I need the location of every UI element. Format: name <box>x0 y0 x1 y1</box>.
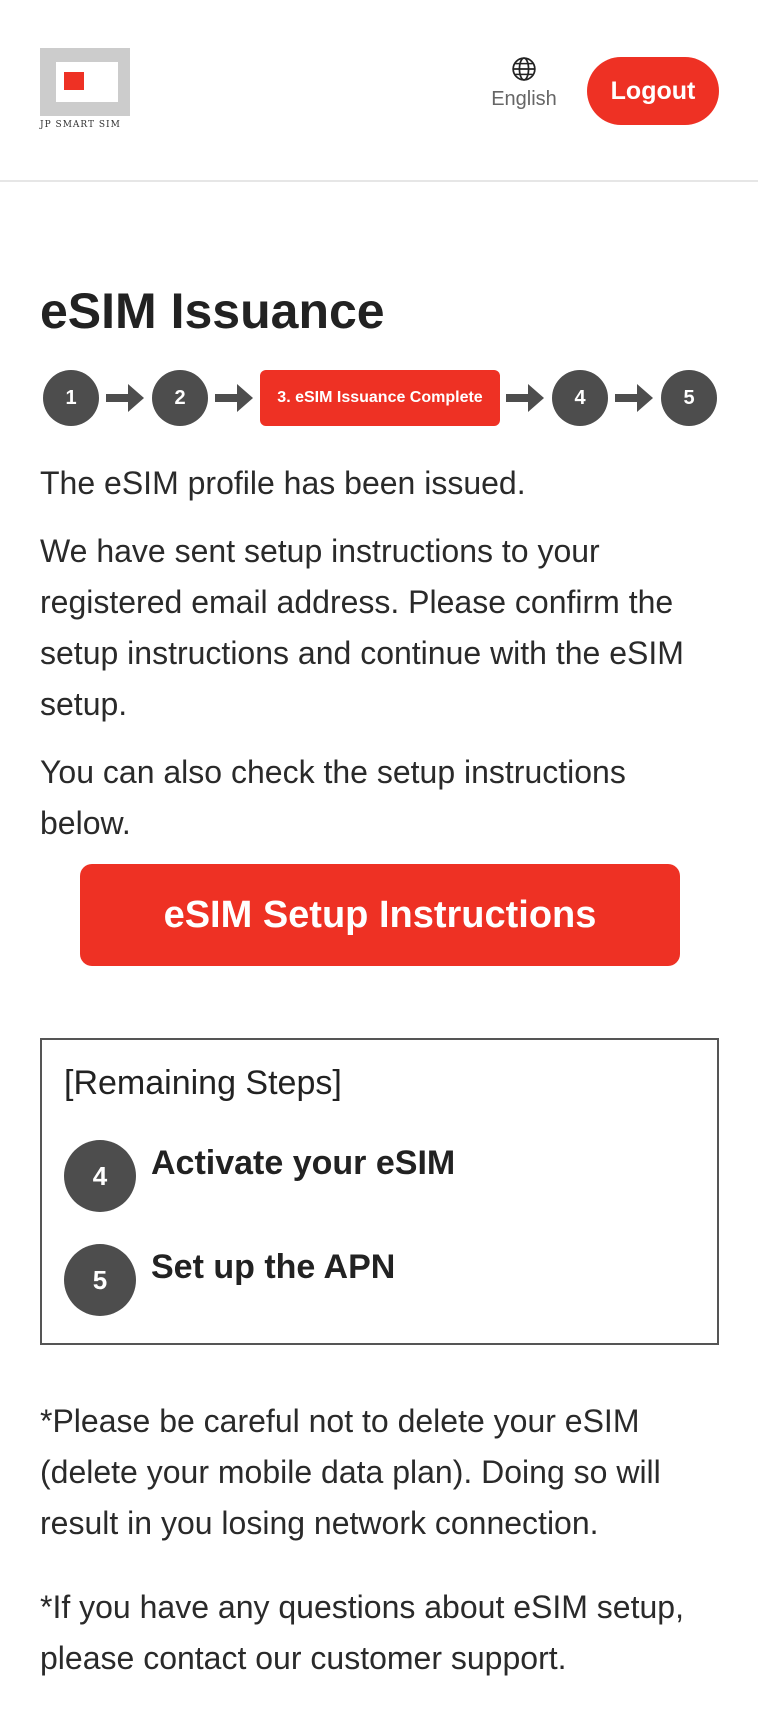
globe-icon <box>512 57 536 81</box>
esim-setup-instructions-button[interactable]: eSIM Setup Instructions <box>80 864 680 966</box>
logo-text: JP SMART SIM <box>40 120 121 130</box>
language-selector[interactable]: English <box>484 56 564 111</box>
step-4: 4 <box>552 370 608 426</box>
step-number-badge: 5 <box>64 1244 136 1316</box>
instructions-message: We have sent setup instructions to your … <box>40 533 684 722</box>
step-5: 5 <box>661 370 717 426</box>
progress-stepper: 1 2 3. eSIM Issuance Complete 4 5 <box>43 370 719 426</box>
remaining-step-label: Set up the APN <box>151 1248 396 1286</box>
header: JP SMART SIM English Logout <box>0 0 758 182</box>
remaining-steps-title: [Remaining Steps] <box>64 1064 342 1102</box>
arrow-right-icon <box>506 384 544 412</box>
check-below-message: You can also check the setup instruction… <box>40 754 626 841</box>
support-note: *If you have any questions about eSIM se… <box>40 1589 684 1676</box>
step-2: 2 <box>152 370 208 426</box>
arrow-right-icon <box>106 384 144 412</box>
step-number-badge: 4 <box>64 1140 136 1212</box>
arrow-right-icon <box>215 384 253 412</box>
jp-smart-sim-logo[interactable]: JP SMART SIM <box>40 48 132 134</box>
logout-button[interactable]: Logout <box>587 57 719 125</box>
logo-sim-card-icon <box>40 48 130 116</box>
delete-warning-note: *Please be careful not to delete your eS… <box>40 1403 661 1541</box>
remaining-step-label: Activate your eSIM <box>151 1144 456 1182</box>
arrow-right-icon <box>615 384 653 412</box>
issued-message: The eSIM profile has been issued. <box>40 465 526 501</box>
language-label: English <box>491 88 557 110</box>
page-title: eSIM Issuance <box>40 283 385 339</box>
step-3-current: 3. eSIM Issuance Complete <box>260 370 500 426</box>
step-1: 1 <box>43 370 99 426</box>
remaining-steps-box: [Remaining Steps] 4 Activate your eSIM 5… <box>40 1038 719 1345</box>
